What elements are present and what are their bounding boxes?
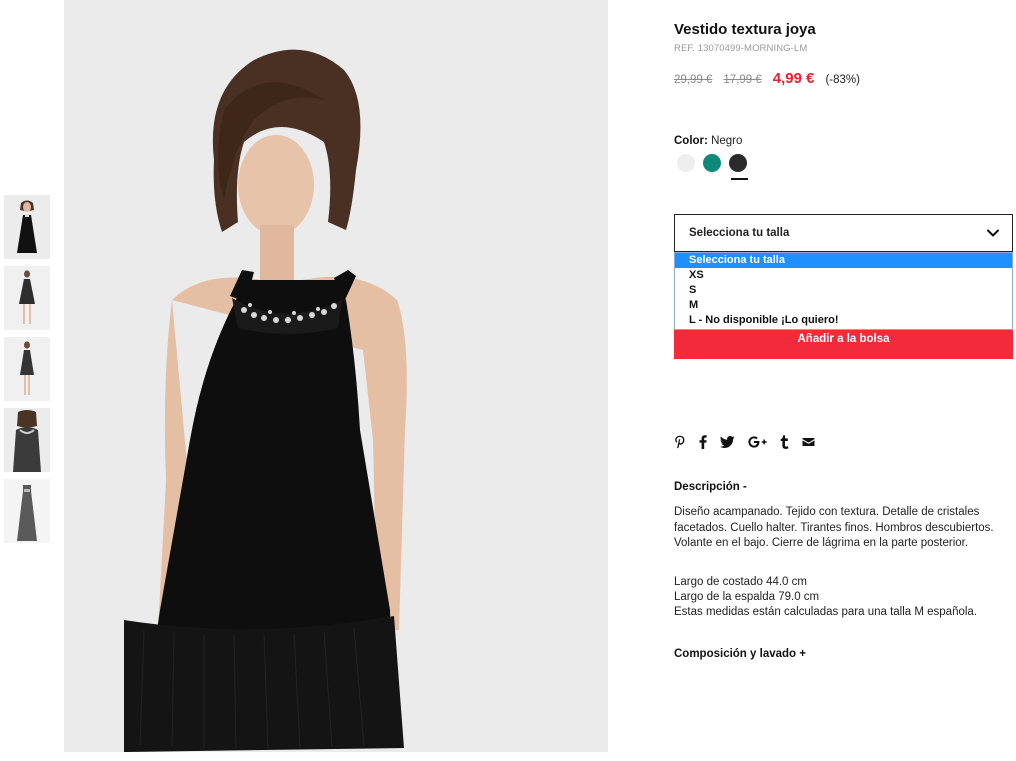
tumblr-icon[interactable]	[780, 434, 789, 450]
thumbnail-back[interactable]	[4, 408, 50, 472]
thumbnail-front[interactable]	[4, 195, 50, 259]
description-text: Diseño acampanado. Tejido con textura. D…	[674, 506, 994, 549]
price-previous: 17,99 €	[723, 74, 762, 86]
measurements: Largo de costado 44.0 cm Largo de la esp…	[674, 575, 1014, 621]
size-option-l[interactable]: L - No disponible ¡Lo quiero!	[675, 313, 1012, 328]
color-selected-value: Negro	[711, 135, 743, 147]
email-icon[interactable]	[802, 434, 815, 450]
swatch-white[interactable]	[677, 154, 695, 172]
price-current: 4,99 €	[772, 70, 815, 87]
size-select-value: Selecciona tu talla	[689, 227, 790, 239]
chevron-down-icon	[987, 229, 999, 237]
size-option-placeholder[interactable]: Selecciona tu talla	[675, 253, 1012, 268]
size-option-s[interactable]: S	[675, 283, 1012, 298]
product-main-image[interactable]	[64, 0, 608, 752]
twitter-icon[interactable]	[720, 434, 735, 450]
price-original: 29,99 €	[674, 74, 713, 86]
measure-back-length: Largo de la espalda 79.0 cm	[674, 591, 820, 604]
size-select[interactable]: Selecciona tu talla	[674, 214, 1013, 252]
thumbnail-full-front[interactable]	[4, 266, 50, 330]
thumbnail-list	[4, 195, 50, 550]
color-swatches	[677, 154, 755, 172]
size-option-m[interactable]: M	[675, 298, 1012, 313]
composition-toggle[interactable]: Composición y lavado +	[674, 648, 806, 660]
product-reference: REF. 13070499-MORNING-LM	[674, 43, 808, 54]
color-label: Color: Negro	[674, 135, 742, 147]
share-bar	[674, 434, 828, 450]
size-dropdown-list: Selecciona tu talla XS S M L - No dispon…	[674, 252, 1013, 330]
measure-side-length: Largo de costado 44.0 cm	[674, 576, 807, 588]
facebook-icon[interactable]	[699, 434, 707, 450]
discount-badge: (-83%)	[825, 74, 860, 86]
selected-swatch-indicator	[731, 178, 748, 180]
google-plus-icon[interactable]	[748, 434, 767, 450]
pinterest-icon[interactable]	[674, 434, 686, 450]
price-row: 29,99 € 17,99 € 4,99 € (-83%)	[674, 70, 860, 87]
size-option-xs[interactable]: XS	[675, 268, 1012, 283]
description-toggle[interactable]: Descripción -	[674, 481, 747, 493]
thumbnail-full-side[interactable]	[4, 337, 50, 401]
swatch-teal[interactable]	[703, 154, 721, 172]
swatch-black[interactable]	[729, 154, 747, 172]
model-photo	[64, 0, 608, 752]
measure-note: Estas medidas están calculadas para una …	[674, 606, 978, 619]
product-title: Vestido textura joya	[674, 21, 816, 38]
thumbnail-flat[interactable]	[4, 479, 50, 543]
color-label-title: Color:	[674, 135, 708, 147]
